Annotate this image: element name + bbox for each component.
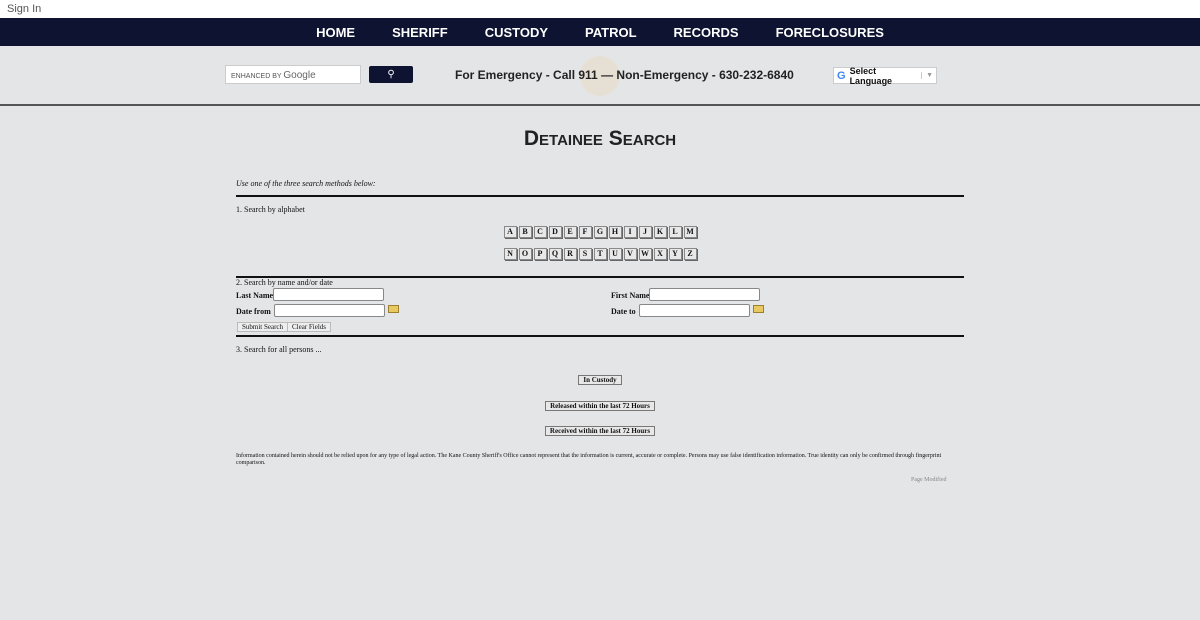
nav-sheriff[interactable]: SHERIFF bbox=[392, 25, 448, 40]
letter-button-n[interactable]: N bbox=[503, 248, 517, 260]
nav-home[interactable]: HOME bbox=[316, 25, 355, 40]
letter-button-y[interactable]: Y bbox=[668, 248, 682, 260]
calendar-icon[interactable] bbox=[388, 305, 399, 313]
letter-button-x[interactable]: X bbox=[653, 248, 667, 260]
letter-button-k[interactable]: K bbox=[653, 226, 667, 238]
language-select[interactable]: G Select Language ▼ bbox=[833, 65, 937, 86]
letter-button-o[interactable]: O bbox=[518, 248, 532, 260]
date-from-input[interactable] bbox=[274, 304, 385, 317]
letter-button-s[interactable]: S bbox=[578, 248, 592, 260]
submit-search-button[interactable]: Submit Search bbox=[237, 322, 289, 332]
all-persons-label: 3. Search for all persons ... bbox=[236, 345, 322, 354]
letter-button-m[interactable]: M bbox=[683, 226, 697, 238]
nav-records[interactable]: RECORDS bbox=[674, 25, 739, 40]
emergency-text: For Emergency - Call 911 — Non-Emergency… bbox=[455, 68, 794, 82]
date-from-label: Date from bbox=[236, 307, 271, 316]
alphabet-row: ABCDEFGHIJKLM bbox=[0, 226, 1200, 238]
clear-fields-button[interactable]: Clear Fields bbox=[287, 322, 332, 332]
nav-custody[interactable]: CUSTODY bbox=[485, 25, 548, 40]
nav-patrol[interactable]: PATROL bbox=[585, 25, 637, 40]
search-icon: ⚲ bbox=[387, 69, 395, 80]
letter-button-w[interactable]: W bbox=[638, 248, 652, 260]
letter-button-b[interactable]: B bbox=[518, 226, 532, 238]
released-72h-button[interactable]: Released within the last 72 Hours bbox=[545, 401, 655, 411]
search-brand: Google bbox=[283, 70, 316, 81]
letter-button-z[interactable]: Z bbox=[683, 248, 697, 260]
first-name-input[interactable] bbox=[649, 288, 760, 301]
disclaimer: Information contained herein should not … bbox=[236, 453, 942, 466]
first-name-label: First Name bbox=[611, 291, 650, 300]
letter-button-l[interactable]: L bbox=[668, 226, 682, 238]
page-modified: Page Modified bbox=[911, 477, 947, 483]
in-custody-button[interactable]: In Custody bbox=[578, 375, 622, 385]
divider bbox=[236, 195, 964, 197]
last-name-label: Last Name bbox=[236, 291, 274, 300]
chevron-down-icon: ▼ bbox=[921, 72, 933, 79]
date-to-input[interactable] bbox=[639, 304, 750, 317]
letter-button-a[interactable]: A bbox=[503, 226, 517, 238]
site-search-input[interactable]: ENHANCED BY Google bbox=[225, 65, 361, 84]
letter-button-t[interactable]: T bbox=[593, 248, 607, 260]
date-to-label: Date to bbox=[611, 307, 636, 316]
nav-foreclosures[interactable]: FORECLOSURES bbox=[776, 25, 884, 40]
letter-button-h[interactable]: H bbox=[608, 226, 622, 238]
top-bar: Sign In bbox=[0, 0, 1200, 18]
letter-button-f[interactable]: F bbox=[578, 226, 592, 238]
letter-button-p[interactable]: P bbox=[533, 248, 547, 260]
letter-button-g[interactable]: G bbox=[593, 226, 607, 238]
search-button[interactable]: ⚲ bbox=[369, 66, 413, 83]
letter-button-v[interactable]: V bbox=[623, 248, 637, 260]
last-name-input[interactable] bbox=[273, 288, 384, 301]
sign-in-link[interactable]: Sign In bbox=[7, 3, 41, 15]
letter-button-q[interactable]: Q bbox=[548, 248, 562, 260]
calendar-icon[interactable] bbox=[753, 305, 764, 313]
letter-button-r[interactable]: R bbox=[563, 248, 577, 260]
letter-button-i[interactable]: I bbox=[623, 226, 637, 238]
header: ENHANCED BY Google ⚲ For Emergency - Cal… bbox=[0, 46, 1200, 106]
search-prefix: ENHANCED BY bbox=[231, 73, 282, 80]
received-72h-button[interactable]: Received within the last 72 Hours bbox=[544, 426, 656, 436]
language-label: Select Language bbox=[849, 65, 893, 86]
google-icon: G bbox=[837, 69, 846, 82]
letter-button-j[interactable]: J bbox=[638, 226, 652, 238]
divider bbox=[236, 335, 964, 337]
letter-button-c[interactable]: C bbox=[533, 226, 547, 238]
letter-button-e[interactable]: E bbox=[563, 226, 577, 238]
intro-text: Use one of the three search methods belo… bbox=[236, 179, 376, 188]
page-title: Detainee Search bbox=[523, 127, 677, 150]
name-search-label: 2. Search by name and/or date bbox=[236, 278, 333, 287]
letter-button-d[interactable]: D bbox=[548, 226, 562, 238]
letter-button-u[interactable]: U bbox=[608, 248, 622, 260]
alpha-label: 1. Search by alphabet bbox=[236, 205, 305, 214]
alphabet-row: NOPQRSTUVWXYZ bbox=[0, 248, 1200, 260]
main-nav: HOME SHERIFF CUSTODY PATROL RECORDS FORE… bbox=[0, 18, 1200, 46]
